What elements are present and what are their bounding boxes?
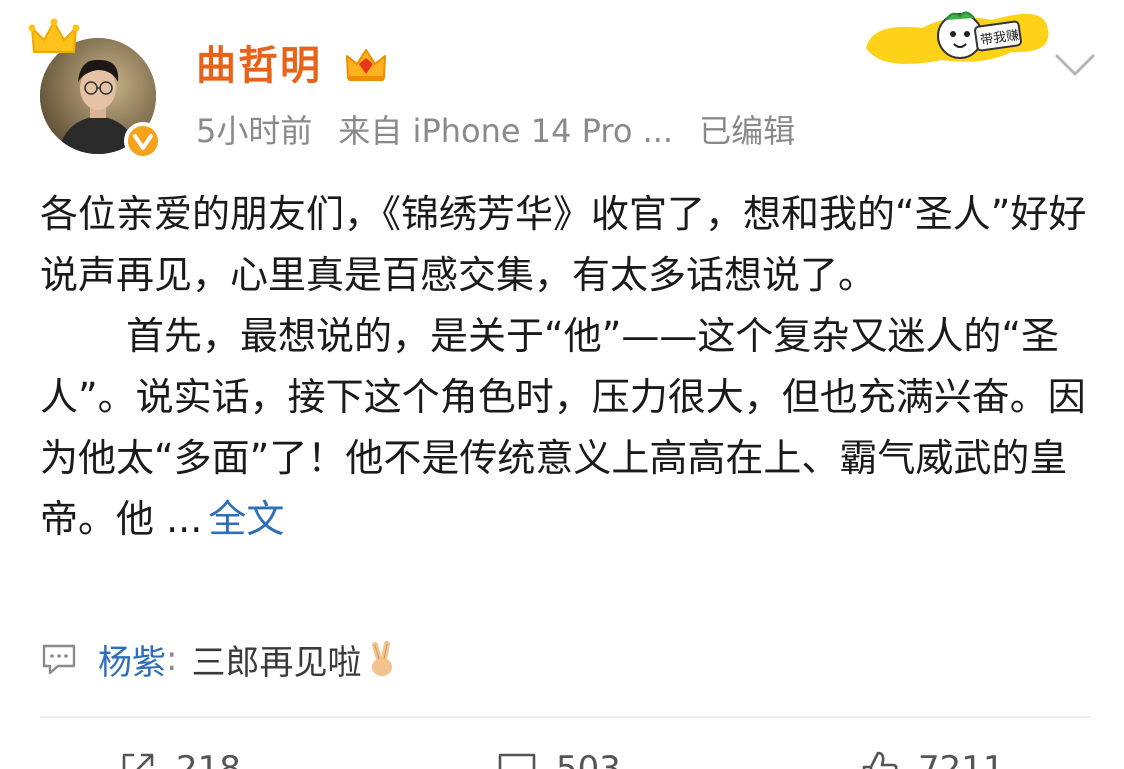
vip-crown-icon[interactable] (344, 46, 388, 84)
weibo-post: 曲哲明 5小时前 来自 iPhone 14 Pro ... 已编辑 带我赚 各位亲爱… (0, 0, 1124, 769)
crown-icon (28, 18, 80, 53)
repost-icon (122, 753, 154, 769)
edited-label[interactable]: 已编辑 (699, 112, 795, 150)
comment-count-icon (498, 753, 536, 769)
post-paragraph-1: 各位亲爱的朋友们，《锦绣芳华》收官了，想和我的“圣人”好好说声再见，心里真是百感… (40, 192, 1087, 297)
comment-separator: : (166, 639, 178, 679)
comment-count: 503 (556, 749, 621, 769)
post-meta: 5小时前 来自 iPhone 14 Pro ... 已编辑 (196, 108, 795, 154)
avatar-container[interactable] (28, 18, 162, 160)
post-time: 5小时前 (196, 112, 313, 150)
repost-count: 218 (176, 749, 241, 769)
full-text-link[interactable]: 全文 (208, 497, 284, 541)
post-paragraph-2: 首先，最想说的，是关于“他”——这个复杂又迷人的“圣人”。说实话，接下这个角色时… (40, 306, 1090, 550)
sticker-icon[interactable]: 带我赚 (862, 2, 1052, 74)
divider (40, 716, 1090, 718)
like-icon (862, 751, 898, 769)
post-paragraph-2-text: 首先，最想说的，是关于“他”——这个复杂又迷人的“圣人”。说实话，接下这个角色时… (40, 314, 1086, 541)
post-source[interactable]: 来自 iPhone 14 Pro ... (338, 112, 673, 150)
comment-button[interactable]: 503 (496, 744, 621, 769)
comment-preview[interactable]: 杨紫: 三郎再见啦 (40, 634, 401, 684)
comment-author[interactable]: 杨紫 (98, 635, 166, 684)
victory-hand-icon (372, 641, 393, 676)
repost-button[interactable]: 218 (118, 744, 241, 769)
verified-icon (124, 122, 162, 160)
comment-icon (42, 644, 76, 675)
post-content: 各位亲爱的朋友们，《锦绣芳华》收官了，想和我的“圣人”好好说声再见，心里真是百感… (40, 184, 1090, 550)
like-count: 7211 (918, 749, 1005, 769)
like-button[interactable]: 7211 (860, 744, 1005, 769)
comment-text: 三郎再见啦 (191, 642, 362, 683)
chevron-down-icon[interactable] (1054, 52, 1096, 78)
username[interactable]: 曲哲明 (196, 36, 322, 96)
